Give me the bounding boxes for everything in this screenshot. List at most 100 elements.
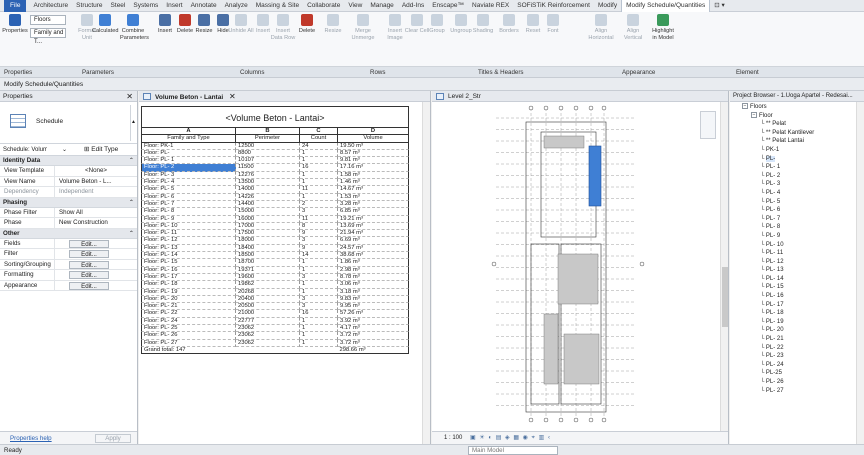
- table-row[interactable]: Floor: PL- 6 14226 1 1.53 m³: [141, 193, 409, 201]
- vertical-scrollbar[interactable]: [422, 102, 430, 444]
- menu-tab-insert[interactable]: Insert: [162, 0, 186, 12]
- table-row[interactable]: Floor: PL- 5 14000 11 14.67 m³: [141, 186, 409, 194]
- tree-item[interactable]: └ PL- 17: [730, 301, 854, 310]
- schedule-cell[interactable]: 8.57 m³: [338, 149, 409, 158]
- tree-item[interactable]: └ PL- 18: [730, 309, 854, 318]
- edit-button[interactable]: Edit...: [69, 239, 109, 248]
- menu-tab-add-ins[interactable]: Add-Ins: [398, 0, 428, 12]
- schedule-cell[interactable]: 9.81 m³: [338, 157, 409, 165]
- ribbon-align-horizontal-button[interactable]: Align Horizontal: [588, 14, 614, 41]
- ribbon-align-vertical-button[interactable]: Align Vertical: [620, 14, 646, 41]
- schedule-cell[interactable]: 9.95 m³: [338, 303, 409, 311]
- table-row[interactable]: Floor: PL- 1 10107 1 9.81 m³: [141, 157, 409, 165]
- schedule-table[interactable]: <Volume Beton - Lantai> A B C D Family and T…: [141, 106, 409, 355]
- schedule-cell[interactable]: 1.46 m³: [338, 179, 409, 187]
- table-row[interactable]: Floor: PL- 2 11500 16 17.16 m³: [141, 164, 409, 172]
- ribbon-merge-unmerge-button[interactable]: Merge Unmerge: [350, 14, 376, 41]
- grid-bubble[interactable]: [558, 105, 564, 111]
- schedule-cell[interactable]: 18400: [236, 244, 300, 253]
- schedule-cell[interactable]: 8: [300, 222, 338, 231]
- schedule-cell[interactable]: 19.21 m³: [338, 215, 409, 223]
- table-row[interactable]: Floor: PL- 4 13500 1 1.46 m³: [141, 179, 409, 187]
- schedule-cell[interactable]: 23062: [236, 339, 300, 347]
- schedule-cell[interactable]: 18000: [236, 237, 300, 245]
- menu-tab-systems[interactable]: Systems: [129, 0, 162, 12]
- tree-item[interactable]: └ PK-1: [730, 146, 854, 155]
- schedule-cell[interactable]: 2.98 m³: [338, 266, 409, 274]
- grid-bubble[interactable]: [543, 417, 549, 423]
- table-row[interactable]: Floor: PL- 25 23062 1 4.17 m³: [141, 325, 409, 333]
- schedule-cell[interactable]: 1: [300, 281, 338, 289]
- tree-item[interactable]: └ PL- 8: [730, 223, 854, 232]
- schedule-cell[interactable]: A: [141, 128, 236, 136]
- schedule-cell[interactable]: 23062: [236, 325, 300, 333]
- dropdown-icon[interactable]: ⊡ ▾: [710, 0, 729, 12]
- tree-item[interactable]: └ PL-25: [730, 369, 854, 378]
- floor-plan-drawing[interactable]: [436, 104, 716, 429]
- grid-bubble[interactable]: [543, 105, 549, 111]
- schedule-cell[interactable]: 17000: [236, 222, 300, 231]
- grid-bubble[interactable]: [528, 417, 534, 423]
- schedule-cell[interactable]: 14: [300, 252, 338, 260]
- ribbon-combine-parameters-button[interactable]: Combine Parameters: [120, 14, 149, 41]
- schedule-cell[interactable]: Floor: PL- 3: [141, 171, 236, 180]
- schedule-cell[interactable]: 14400: [236, 200, 300, 209]
- tree-item[interactable]: └ PL- 24: [730, 361, 854, 370]
- schedule-cell[interactable]: 3.28 m³: [338, 200, 409, 209]
- schedule-cell[interactable]: 23062: [236, 332, 300, 340]
- property-value[interactable]: Edit...: [55, 260, 137, 270]
- schedule-cell[interactable]: Floor: PL- 17: [141, 273, 236, 282]
- table-row[interactable]: Floor: PL- 12 18000 3 6.69 m³: [141, 237, 409, 245]
- scroll-arrow-icon[interactable]: ▲: [130, 105, 136, 141]
- column-header-row[interactable]: Family and Type Perimeter Count Volume: [141, 135, 409, 143]
- menu-tab-naviate-rex[interactable]: Naviate REX: [468, 0, 513, 12]
- schedule-cell[interactable]: 1: [300, 266, 338, 274]
- edit-button[interactable]: Edit...: [69, 260, 109, 269]
- property-category[interactable]: Other ⌃: [0, 228, 137, 239]
- tree-item[interactable]: └ PL- 2: [730, 172, 854, 181]
- collapse-icon[interactable]: ⌃: [129, 229, 134, 239]
- schedule-cell[interactable]: 3.92 m³: [338, 317, 409, 326]
- property-category[interactable]: Phasing ⌃: [0, 197, 137, 208]
- schedule-cell[interactable]: Count: [300, 135, 338, 143]
- menu-tab-steel[interactable]: Steel: [107, 0, 130, 12]
- schedule-cell[interactable]: 19.50 m³: [338, 142, 409, 150]
- schedule-cell[interactable]: 8.78 m³: [338, 273, 409, 282]
- schedule-cell[interactable]: 16000: [236, 215, 300, 223]
- schedule-cell[interactable]: 24: [300, 142, 338, 150]
- tree-item[interactable]: └ PL- 15: [730, 283, 854, 292]
- schedule-cell[interactable]: Floor: PL- 26: [141, 332, 236, 340]
- schedule-cell[interactable]: 1: [300, 325, 338, 333]
- edit-button[interactable]: Edit...: [69, 250, 109, 258]
- plan-vertical-scrollbar[interactable]: [720, 102, 728, 431]
- edit-button[interactable]: Edit...: [69, 281, 109, 290]
- grid-bubble[interactable]: [601, 417, 607, 423]
- schedule-cell[interactable]: 1: [300, 332, 338, 340]
- table-row[interactable]: Floor: PL- 21 20500 3 9.95 m³: [141, 303, 409, 311]
- collapse-icon[interactable]: ⌃: [129, 156, 134, 166]
- schedule-cell[interactable]: 9: [300, 244, 338, 253]
- tree-item[interactable]: └ PL- 26: [730, 378, 854, 387]
- menu-tab-enscape[interactable]: Enscape™: [428, 0, 468, 12]
- tree-item[interactable]: └ PL- 1: [730, 163, 854, 172]
- schedule-cell[interactable]: 21.94 m³: [338, 230, 409, 238]
- table-row[interactable]: Floor: PL- 26 23062 1 3.72 m³: [141, 332, 409, 340]
- schedule-cell[interactable]: Floor: PL- 2: [141, 164, 236, 172]
- apply-button[interactable]: Apply: [95, 434, 131, 443]
- menu-tab-modify[interactable]: Modify: [594, 0, 621, 12]
- menu-tab-massing-site[interactable]: Massing & Site: [252, 0, 303, 12]
- schedule-cell[interactable]: 1: [300, 317, 338, 326]
- schedule-cell[interactable]: 13500: [236, 179, 300, 187]
- tree-item[interactable]: └ PL-: [730, 155, 854, 164]
- tree-item[interactable]: └ PL- 5: [730, 198, 854, 207]
- schedule-cell[interactable]: Floor: PL- 8: [141, 208, 236, 216]
- tree-item[interactable]: └ PL- 20: [730, 326, 854, 335]
- schedule-cell[interactable]: Floor: PL- 16: [141, 266, 236, 274]
- table-row[interactable]: Floor: PL- 22 21000 16 57.26 m³: [141, 310, 409, 318]
- schedule-cell[interactable]: Floor: PL- 5: [141, 186, 236, 194]
- schedule-cell[interactable]: Floor: PL- 21: [141, 303, 236, 311]
- field-combo[interactable]: Family and T...: [30, 28, 66, 45]
- tree-item[interactable]: └ ** Pelat Lantai: [730, 137, 854, 146]
- schedule-cell[interactable]: Floor: PL- 9: [141, 215, 236, 223]
- tree-item[interactable]: └ ** Pelat: [730, 120, 854, 129]
